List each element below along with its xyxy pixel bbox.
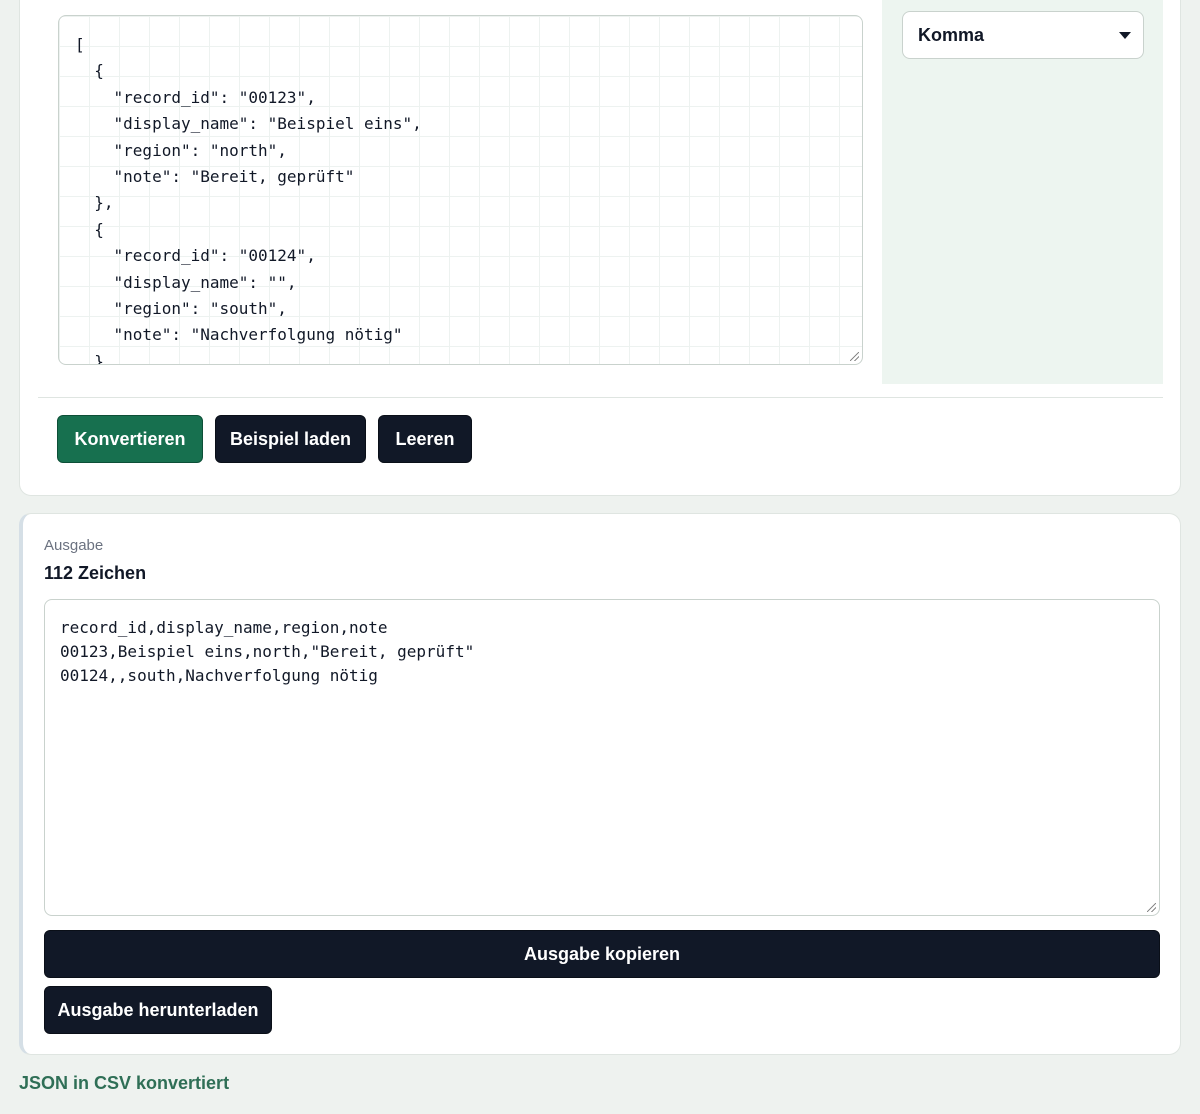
character-count: 112 Zeichen — [44, 563, 147, 583]
csv-output-text[interactable]: record_id,display_name,region,note 00123… — [60, 616, 474, 688]
delimiter-select[interactable]: Komma — [902, 11, 1144, 59]
copy-output-button[interactable]: Ausgabe kopieren — [44, 930, 1160, 978]
output-label: Ausgabe — [44, 537, 104, 554]
resize-handle[interactable] — [850, 352, 859, 361]
divider — [38, 397, 1163, 398]
download-output-button[interactable]: Ausgabe herunterladen — [44, 986, 272, 1034]
status-message: JSON in CSV konvertiert — [19, 1073, 230, 1093]
csv-output-area[interactable]: record_id,display_name,region,note 00123… — [44, 599, 1160, 916]
json-input-editor[interactable]: [ { "record_id": "00123", "display_name"… — [58, 15, 863, 365]
input-card: [ { "record_id": "00123", "display_name"… — [19, 0, 1181, 496]
clear-button[interactable]: Leeren — [378, 415, 472, 463]
delimiter-selected-value: Komma — [918, 25, 985, 45]
convert-button[interactable]: Konvertieren — [57, 415, 203, 463]
chevron-down-icon — [1119, 32, 1131, 39]
output-card: Ausgabe 112 Zeichen record_id,display_na… — [19, 513, 1181, 1055]
load-example-button[interactable]: Beispiel laden — [215, 415, 366, 463]
options-panel: Komma — [882, 0, 1163, 384]
json-input-text[interactable]: [ { "record_id": "00123", "display_name"… — [75, 32, 422, 364]
resize-handle[interactable] — [1147, 903, 1156, 912]
